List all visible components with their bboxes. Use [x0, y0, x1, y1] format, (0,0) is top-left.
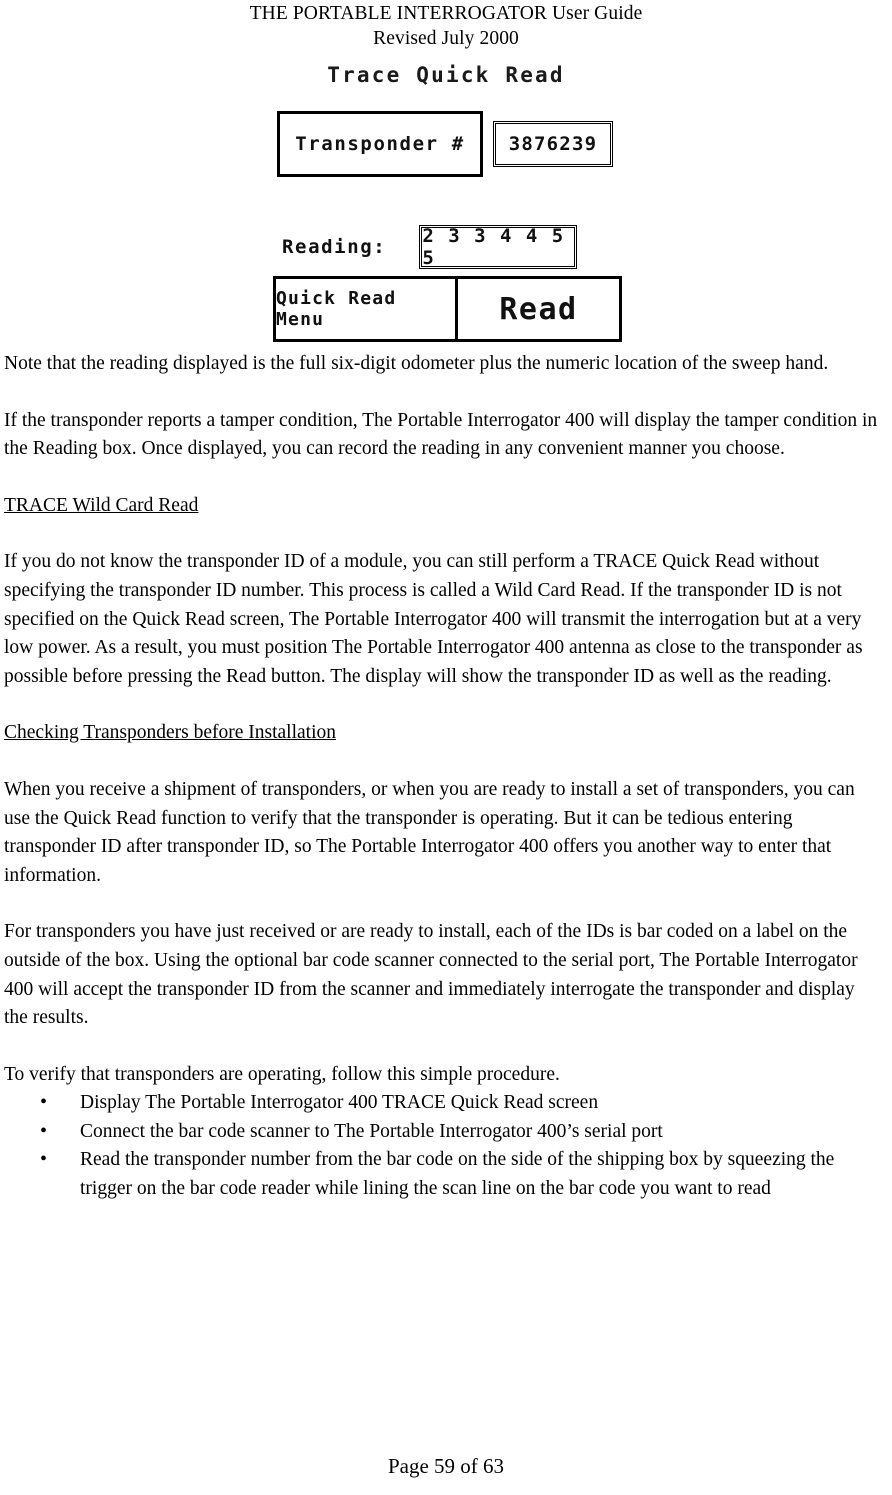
document-title: THE PORTABLE INTERROGATOR User Guide — [249, 3, 643, 24]
reading-row: Reading: 2 3 3 4 4 5 5 — [282, 225, 578, 269]
bullet-icon: • — [40, 1148, 48, 1171]
paragraph-reading-note: Note that the reading displayed is the f… — [4, 353, 829, 374]
list-item-label: Display The Portable Interrogator 400 TR… — [80, 1092, 599, 1114]
paragraph-tamper-condition: If the transponder reports a tamper cond… — [4, 409, 878, 460]
bullet-icon: • — [40, 1091, 48, 1114]
paragraph-procedure-intro: To verify that transponders are operatin… — [4, 1063, 560, 1085]
screen-button-bar: Quick Read Menu Read — [273, 276, 622, 342]
section-heading-checking-transponders: Checking Transponders before Installatio… — [4, 722, 336, 744]
transponder-id-row: Transponder # 3876239 — [277, 111, 613, 177]
screen-title: Trace Quick Read — [327, 63, 565, 87]
heading-wrapper-checking-transponders: Checking Transponders before Installatio… — [4, 719, 880, 776]
reading-value: 2 3 3 4 4 5 5 — [419, 225, 578, 269]
transponder-id-value[interactable]: 3876239 — [493, 121, 613, 167]
trace-quick-read-screen-figure: Trace Quick Read Transponder # 3876239 R… — [0, 57, 892, 350]
transponder-number-field[interactable]: Transponder # — [277, 111, 483, 177]
reading-label: Reading: — [282, 236, 387, 258]
list-item: • Read the transponder number from the b… — [4, 1146, 880, 1203]
list-item-label: Connect the bar code scanner to The Port… — [80, 1120, 663, 1142]
document-body: Note that the reading displayed is the f… — [0, 350, 892, 1204]
heading-wrapper-wild-card: TRACE Wild Card Read — [4, 492, 880, 549]
list-item-label: Read the transponder number from the bar… — [80, 1149, 835, 1200]
paragraph-bar-code-scanner: For transponders you have just received … — [4, 921, 858, 1029]
paragraph-shipment-verify: When you receive a shipment of transpond… — [4, 778, 855, 886]
list-item: • Display The Portable Interrogator 400 … — [4, 1089, 880, 1118]
page-number-label: Page 59 of 63 — [387, 1454, 505, 1478]
procedure-list: • Display The Portable Interrogator 400 … — [4, 1089, 880, 1203]
quick-read-menu-button[interactable]: Quick Read Menu — [273, 276, 458, 342]
list-item: • Connect the bar code scanner to The Po… — [4, 1118, 880, 1147]
bullet-icon: • — [40, 1119, 48, 1142]
document-header: THE PORTABLE INTERROGATOR User Guide Rev… — [0, 0, 892, 51]
paragraph-wild-card-read: If you do not know the transponder ID of… — [4, 551, 863, 687]
section-heading-trace-wild-card-read: TRACE Wild Card Read — [4, 494, 199, 516]
read-button[interactable]: Read — [455, 276, 622, 342]
page-footer: Page 59 of 63 — [0, 1454, 892, 1479]
document-revision: Revised July 2000 — [373, 28, 519, 49]
transponder-label: Transponder # — [295, 133, 465, 155]
